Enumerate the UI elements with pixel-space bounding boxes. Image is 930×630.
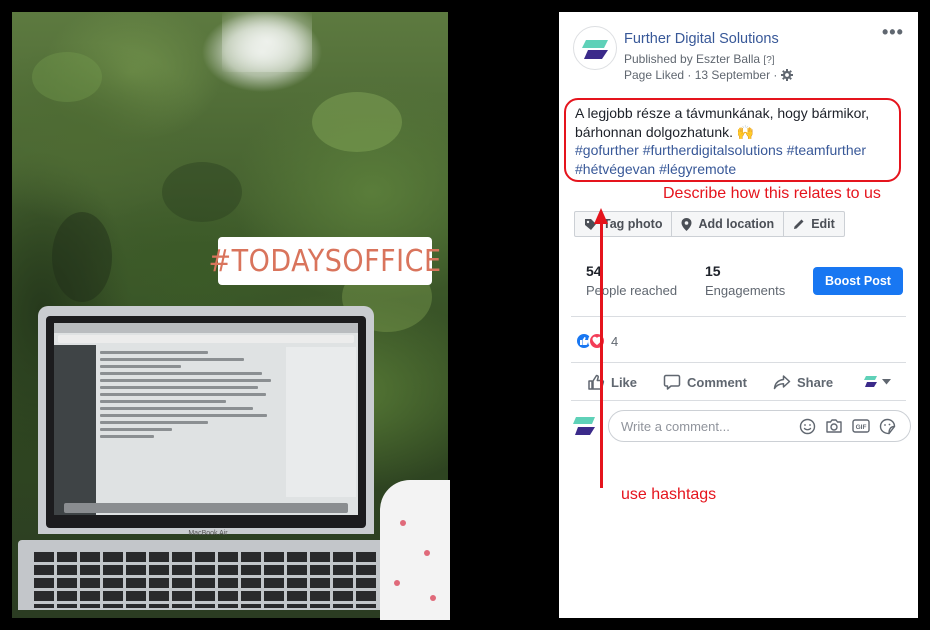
comment-input[interactable]: [621, 418, 789, 434]
annotation-describe: Describe how this relates to us: [663, 185, 881, 202]
comment-field[interactable]: GIF: [608, 410, 911, 442]
foliage: [52, 212, 112, 302]
comment-label: Comment: [687, 374, 747, 390]
reactions-summary[interactable]: 4: [575, 332, 618, 350]
sky-patch: [222, 12, 312, 72]
like-label: Like: [611, 374, 638, 390]
engagements-value: 15: [705, 263, 721, 279]
laptop-screen: [54, 323, 358, 515]
divider: [571, 316, 906, 317]
annotation-highlight-box: [564, 98, 901, 182]
location-pin-icon: [681, 217, 692, 231]
pencil-icon: [794, 219, 804, 229]
commenter-avatar[interactable]: [569, 410, 601, 442]
page-name-link[interactable]: Further Digital Solutions: [624, 31, 779, 47]
screen-right-pane: [286, 347, 356, 497]
comment-button[interactable]: Comment: [663, 373, 773, 391]
published-by: Published by Eszter Balla [?]: [624, 52, 775, 66]
published-help-mark[interactable]: [?]: [763, 55, 774, 66]
engagements-label: Engagements: [705, 283, 786, 298]
foliage: [312, 92, 402, 152]
reaction-count: 4: [611, 333, 619, 349]
screen-content: [100, 347, 280, 497]
boost-post-button[interactable]: Boost Post: [813, 267, 903, 295]
laptop-keyboard: [34, 552, 378, 608]
post-as-selector[interactable]: [863, 375, 905, 389]
share-button[interactable]: Share: [773, 373, 863, 391]
emoji-icon[interactable]: [799, 418, 816, 435]
annotation-use-hashtags: use hashtags: [621, 486, 717, 503]
sticker-icon[interactable]: [879, 418, 896, 435]
share-label: Share: [797, 374, 834, 390]
more-options-button[interactable]: •••: [882, 23, 904, 41]
tag-photo-label: Tag photo: [603, 217, 663, 231]
svg-text:GIF: GIF: [856, 424, 867, 431]
gear-icon[interactable]: [781, 69, 794, 81]
comment-tools: GIF: [799, 418, 896, 435]
camera-icon[interactable]: [825, 418, 843, 434]
patterned-cloth: [380, 480, 450, 620]
foliage: [162, 162, 242, 222]
divider: [571, 400, 906, 401]
share-arrow-icon: [773, 375, 791, 390]
like-button[interactable]: Like: [573, 373, 663, 391]
photo-tools: Tag photo Add location Edit: [574, 211, 845, 237]
comment-bubble-icon: [663, 374, 681, 390]
todaysoffice-sticker: #TODAYSOFFICE: [209, 237, 441, 285]
foliage: [32, 52, 102, 102]
divider: [571, 362, 906, 363]
gif-icon[interactable]: GIF: [852, 418, 870, 434]
post-meta-text: Page Liked · 13 September ·: [624, 68, 778, 82]
further-logo-icon: [573, 417, 595, 435]
chevron-down-icon: [882, 379, 891, 385]
add-location-label: Add location: [698, 217, 775, 231]
further-logo-icon: [582, 40, 608, 59]
page-avatar[interactable]: [573, 26, 617, 70]
edit-label: Edit: [811, 217, 835, 231]
laptop-label: MacBook Air: [188, 530, 228, 537]
annotation-arrow-line: [600, 222, 603, 488]
edit-button[interactable]: Edit: [784, 212, 844, 236]
published-by-text: Published by Eszter Balla: [624, 52, 761, 66]
screen-browser-tabs: [54, 323, 358, 333]
post-meta: Page Liked · 13 September ·: [624, 68, 794, 82]
add-location-button[interactable]: Add location: [672, 212, 785, 236]
screen-sidebar: [54, 345, 96, 515]
facebook-post-panel: Further Digital Solutions Published by E…: [559, 12, 918, 618]
love-reaction-icon: [588, 332, 606, 350]
tag-photo-button[interactable]: Tag photo: [575, 212, 673, 236]
screen-address-bar: [58, 335, 354, 343]
further-logo-icon: [864, 376, 877, 387]
post-actions: Like Comment Share: [573, 370, 905, 394]
screen-dock: [64, 503, 348, 513]
